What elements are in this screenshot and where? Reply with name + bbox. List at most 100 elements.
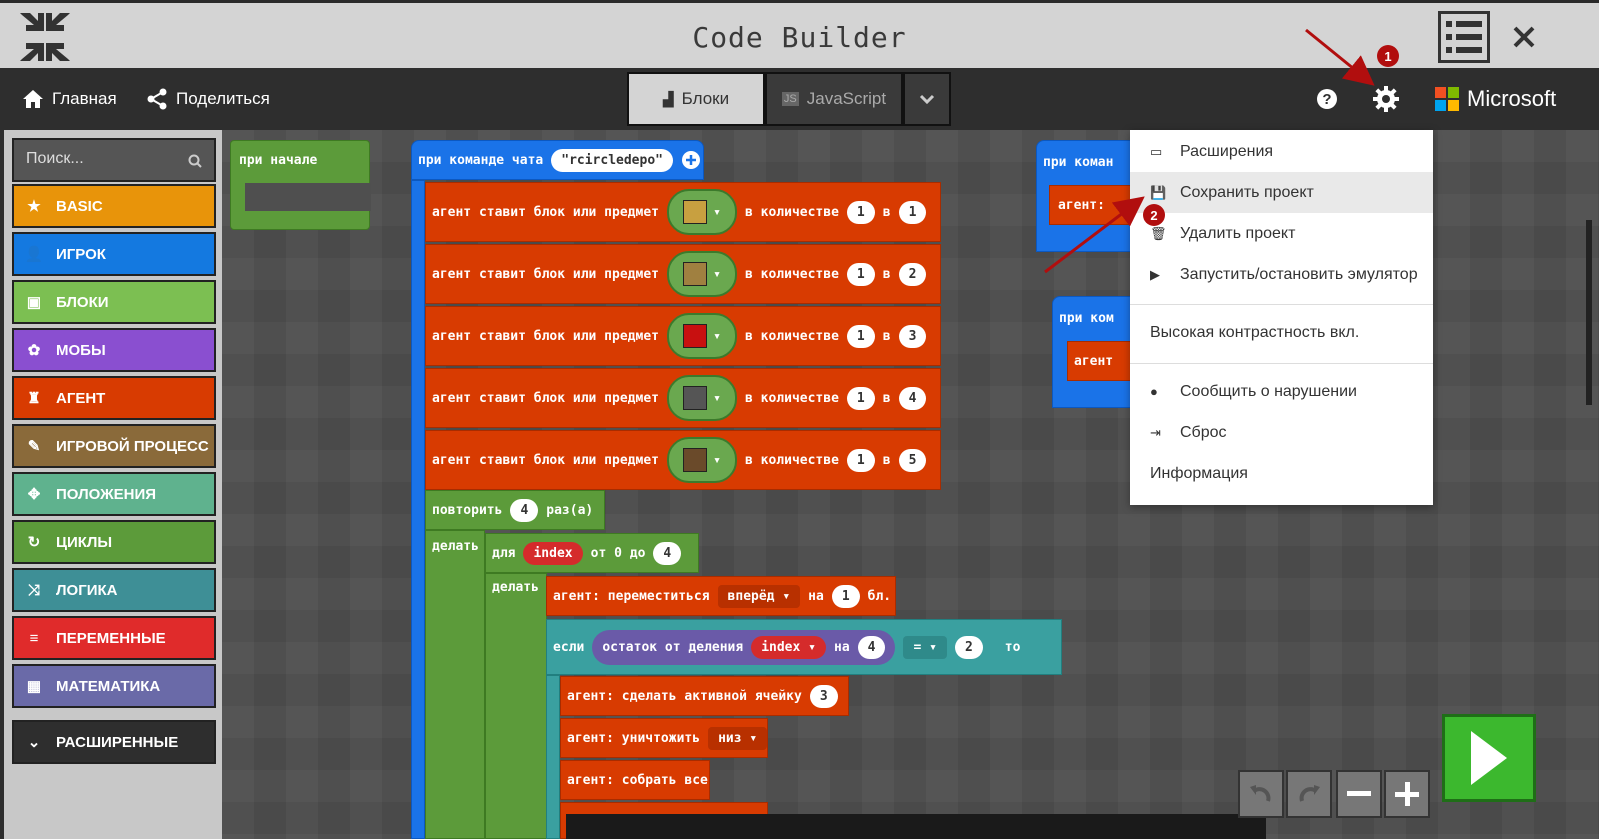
chevron-down-icon [919, 94, 935, 104]
reset-icon: ⇥ [1150, 424, 1161, 440]
item-dropdown[interactable]: ▾ [666, 375, 737, 421]
category-4[interactable]: ♜ АГЕНТ [12, 376, 216, 420]
menu-item-4[interactable]: Высокая контрастность вкл. [1130, 312, 1433, 353]
destroy-block[interactable]: агент: уничтожить низ ▾ [560, 718, 768, 758]
compare-value-input[interactable]: 2 [954, 635, 983, 659]
microsoft-logo[interactable]: Microsoft [1435, 68, 1556, 130]
place-block-5[interactable]: агент ставит блок или предмет ▾ в количест… [425, 430, 941, 490]
for-block[interactable]: для index от 0 до 4 [485, 533, 699, 573]
partial-agent-label-1: агент: [1058, 198, 1105, 213]
tab-javascript-label: JavaScript [806, 89, 887, 108]
category-0[interactable]: ★ BASIC [12, 184, 216, 228]
amount-input[interactable]: 1 [846, 448, 875, 472]
search-input[interactable]: Поиск... [12, 138, 216, 182]
tab-blocks[interactable]: ▟ Блоки [627, 72, 765, 126]
close-icon[interactable] [1508, 11, 1540, 63]
mod-index-variable[interactable]: index ▾ [751, 635, 826, 659]
add-param-icon[interactable] [681, 150, 701, 170]
in-label: в [882, 390, 891, 406]
annotation-badge-1: 1 [1377, 45, 1399, 67]
menu-item-0[interactable]: ▭ Расширения [1130, 131, 1433, 172]
move-block[interactable]: агент: переместиться вперёд ▾ на 1 бл. [546, 576, 896, 616]
zoom-in-button[interactable] [1384, 770, 1430, 818]
zoom-out-button[interactable] [1336, 770, 1382, 818]
for-label: для [492, 545, 516, 561]
menu-item-3[interactable]: ▶ Запустить/остановить эмулятор [1130, 254, 1433, 295]
category-11[interactable]: ⌄ РАСШИРЕННЫЕ [12, 720, 216, 764]
category-1[interactable]: 👤 ИГРОК [12, 232, 216, 276]
redo-button[interactable] [1286, 770, 1332, 818]
amount-input[interactable]: 1 [846, 262, 875, 286]
shuffle-icon: ⤨ [27, 581, 40, 599]
mod-block[interactable]: остаток от деления index ▾ на 4 [592, 629, 896, 665]
menu-item-label: Сообщить о нарушении [1180, 382, 1357, 400]
menu-item-2[interactable]: 🗑 Удалить проект [1130, 213, 1433, 254]
chat-command-input[interactable]: "rcircledepo" [551, 148, 673, 172]
category-5[interactable]: ✎ ИГРОВОЙ ПРОЦЕСС [12, 424, 216, 468]
place-block-2[interactable]: агент ставит блок или предмет ▾ в количест… [425, 244, 941, 304]
category-10[interactable]: ▦ МАТЕМАТИКА [12, 664, 216, 708]
menu-item-1[interactable]: 💾 Сохранить проект [1130, 172, 1433, 213]
play-box-icon: ▶ [1150, 266, 1160, 282]
menu-item-6[interactable]: ⇥ Сброс [1130, 412, 1433, 453]
plus-icon [1395, 782, 1419, 806]
undo-button[interactable] [1238, 770, 1284, 818]
on-start-block[interactable]: при начале [230, 140, 371, 230]
place-block-4[interactable]: агент ставит блок или предмет ▾ в количест… [425, 368, 941, 428]
active-slot-block[interactable]: агент: сделать активной ячейку 3 [560, 676, 849, 716]
settings-button[interactable] [1372, 68, 1400, 130]
collect-block[interactable]: агент: собрать все [560, 760, 710, 800]
vertical-scrollbar[interactable] [1586, 220, 1592, 405]
amount-input[interactable]: 1 [846, 324, 875, 348]
item-dropdown[interactable]: ▾ [666, 189, 737, 235]
slot-input[interactable]: 2 [898, 262, 927, 286]
for-to-input[interactable]: 4 [653, 541, 682, 565]
category-6[interactable]: ✥ ПОЛОЖЕНИЯ [12, 472, 216, 516]
block-item-icon [683, 448, 708, 472]
active-slot-input[interactable]: 3 [809, 684, 838, 708]
slot-input[interactable]: 4 [898, 386, 927, 410]
language-dropdown[interactable] [903, 72, 951, 126]
move-amount-input[interactable]: 1 [831, 584, 860, 608]
slot-input[interactable]: 1 [898, 200, 927, 224]
category-2[interactable]: ▣ БЛОКИ [12, 280, 216, 324]
in-label: в [882, 266, 891, 282]
menu-item-5[interactable]: ● Сообщить о нарушении [1130, 371, 1433, 412]
place-block-1[interactable]: агент ставит блок или предмет ▾ в количест… [425, 182, 941, 242]
list-view-icon[interactable] [1438, 11, 1490, 63]
place-block-3[interactable]: агент ставит блок или предмет ▾ в количест… [425, 306, 941, 366]
share-button[interactable]: Поделиться [146, 68, 270, 130]
move-direction-dropdown[interactable]: вперёд ▾ [717, 584, 801, 608]
chevron-down-icon: ⌄ [27, 734, 41, 751]
amount-input[interactable]: 1 [846, 200, 875, 224]
compare-op-dropdown[interactable]: = ▾ [903, 635, 947, 659]
category-8[interactable]: ⤨ ЛОГИКА [12, 568, 216, 612]
amount-input[interactable]: 1 [846, 386, 875, 410]
slot-input[interactable]: 5 [898, 448, 927, 472]
item-dropdown[interactable]: ▾ [666, 437, 737, 483]
category-3[interactable]: ✿ МОБЫ [12, 328, 216, 372]
tab-javascript[interactable]: JS JavaScript [765, 72, 903, 126]
help-button[interactable]: ? [1316, 68, 1338, 130]
item-dropdown[interactable]: ▾ [666, 313, 737, 359]
mod-value-input[interactable]: 4 [857, 635, 886, 659]
repeat-count-input[interactable]: 4 [510, 498, 539, 522]
slot-input[interactable]: 3 [898, 324, 927, 348]
menu-item-label: Информация [1150, 464, 1248, 482]
destroy-direction-dropdown[interactable]: низ ▾ [708, 726, 768, 750]
gear-icon [1373, 86, 1399, 112]
move-on-label: на [808, 588, 824, 604]
run-button[interactable] [1442, 714, 1536, 802]
blocks-icon: ▟ [662, 90, 674, 107]
item-dropdown[interactable]: ▾ [666, 251, 737, 297]
index-variable[interactable]: index [523, 541, 583, 565]
if-block[interactable]: если остаток от деления index ▾ на 4 = ▾… [546, 619, 1062, 675]
repeat-block[interactable]: повторить 4 раз(а) [425, 490, 605, 530]
category-7[interactable]: ↻ ЦИКЛЫ [12, 520, 216, 564]
category-9[interactable]: ≡ ПЕРЕМЕННЫЕ [12, 616, 216, 660]
partial-agent-label-2: агент [1074, 354, 1114, 369]
home-button[interactable]: Главная [22, 68, 117, 130]
chat-command-block[interactable]: при команде чата "rcircledepo" [411, 140, 704, 180]
block-item-icon [683, 200, 708, 224]
menu-item-7[interactable]: Информация [1130, 453, 1433, 494]
